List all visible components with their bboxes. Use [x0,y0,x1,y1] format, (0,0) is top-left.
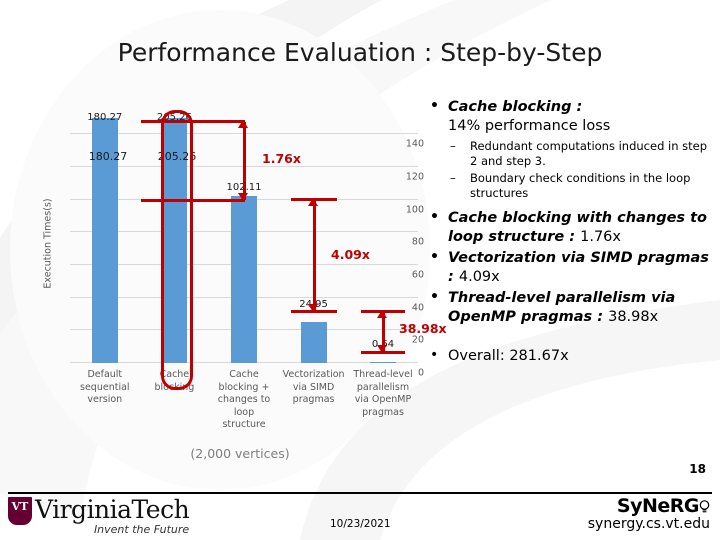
annotation-arrowhead-up-2 [308,198,318,206]
slide-canvas: Performance Evaluation : Step-by-Step Ex… [0,0,720,540]
annotation-arrowhead-up-1 [238,120,248,128]
annotation-rule-top [141,120,245,123]
annotation-label-4-09x: 4.09x [331,247,370,262]
annotation-arrow-1-76x [242,122,246,200]
bullet-overall: Overall: 281.67x [424,346,712,366]
bar-vectorization-simd [301,322,327,363]
annotation-arrow-4-09x [312,200,316,312]
bar-value-label-1-top: 180.27 [87,112,123,123]
synergy-url: synergy.cs.vt.edu [587,516,710,532]
x-category-label-3: Cache blocking + changes to loop structu… [217,369,271,430]
bullet-cache-blocking-loop-head: Cache blocking with changes to loop stru… [448,210,707,245]
annotation-arrowhead-down-2 [308,304,318,312]
bullet-cache-blocking-sub: 14% performance loss [448,118,611,134]
performance-bar-chart: Execution Times(s) 0 20 40 60 80 100 120… [24,108,447,438]
lightbulb-icon [699,498,710,513]
virginia-tech-wordmark: VirginiaTech Invent the Future [35,495,190,536]
university-tagline: Invent the Future [93,523,190,536]
bullet-list: Cache blocking : 14% performance loss Re… [424,97,712,366]
bullet-cache-blocking: Cache blocking : 14% performance loss [424,97,712,136]
sub-bullet-redundant-computations: Redundant computations induced in step 2… [424,139,712,168]
bullet-overall-value: 281.67x [509,348,569,364]
footer-divider [8,492,712,494]
annotation-arrowhead-down-1 [238,193,248,201]
bullet-cache-blocking-head: Cache blocking : [448,99,583,115]
virginia-tech-shield-icon [8,497,32,525]
slide-number: 18 [689,462,706,476]
synergy-logo-text: SyNeRG [616,495,700,517]
bullet-overall-label: Overall: [448,348,505,364]
annotation-arrowhead-down-3 [377,345,387,353]
x-category-label-5: Thread-level parallelism via OpenMP prag… [353,369,413,418]
university-name: VirginiaTech [35,495,190,524]
chart-caption: (2,000 vertices) [190,446,290,461]
bar-thread-level-openmp [370,361,396,363]
x-category-label-1: Default sequential version [80,369,130,405]
bullet-thread-level-value: 38.98x [608,309,659,325]
page-title: Performance Evaluation : Step-by-Step [117,38,603,67]
bar-value-label-1: 180.27 [88,150,128,163]
bullet-cache-blocking-loop: Cache blocking with changes to loop stru… [424,208,712,247]
virginia-tech-logo: VirginiaTech Invent the Future [8,495,190,536]
annotation-label-1-76x: 1.76x [262,151,301,166]
bullet-thread-level: Thread-level parallelism via OpenMP prag… [424,288,712,327]
highlight-box-cache-blocking [161,110,193,390]
bullet-vectorization-value: 4.09x [458,269,500,285]
bullet-vectorization: Vectorization via SIMD pragmas : 4.09x [424,248,712,287]
x-category-label-4: Vectorization via SIMD pragmas [282,369,345,405]
bullet-cache-blocking-loop-value: 1.76x [580,229,621,245]
sub-bullet-boundary-check: Boundary check conditions in the loop st… [424,171,712,200]
annotation-arrowhead-up-3 [377,310,387,318]
y-axis-title: Execution Times(s) [42,198,54,289]
synergy-logo: SyNeRG [588,496,710,516]
slide-date: 10/23/2021 [330,518,391,530]
bar-cache-blocking-loop [231,196,257,363]
synergy-lab-branding: SyNeRG synergy.cs.vt.edu [588,496,710,533]
annotation-rule-mid [141,199,245,202]
